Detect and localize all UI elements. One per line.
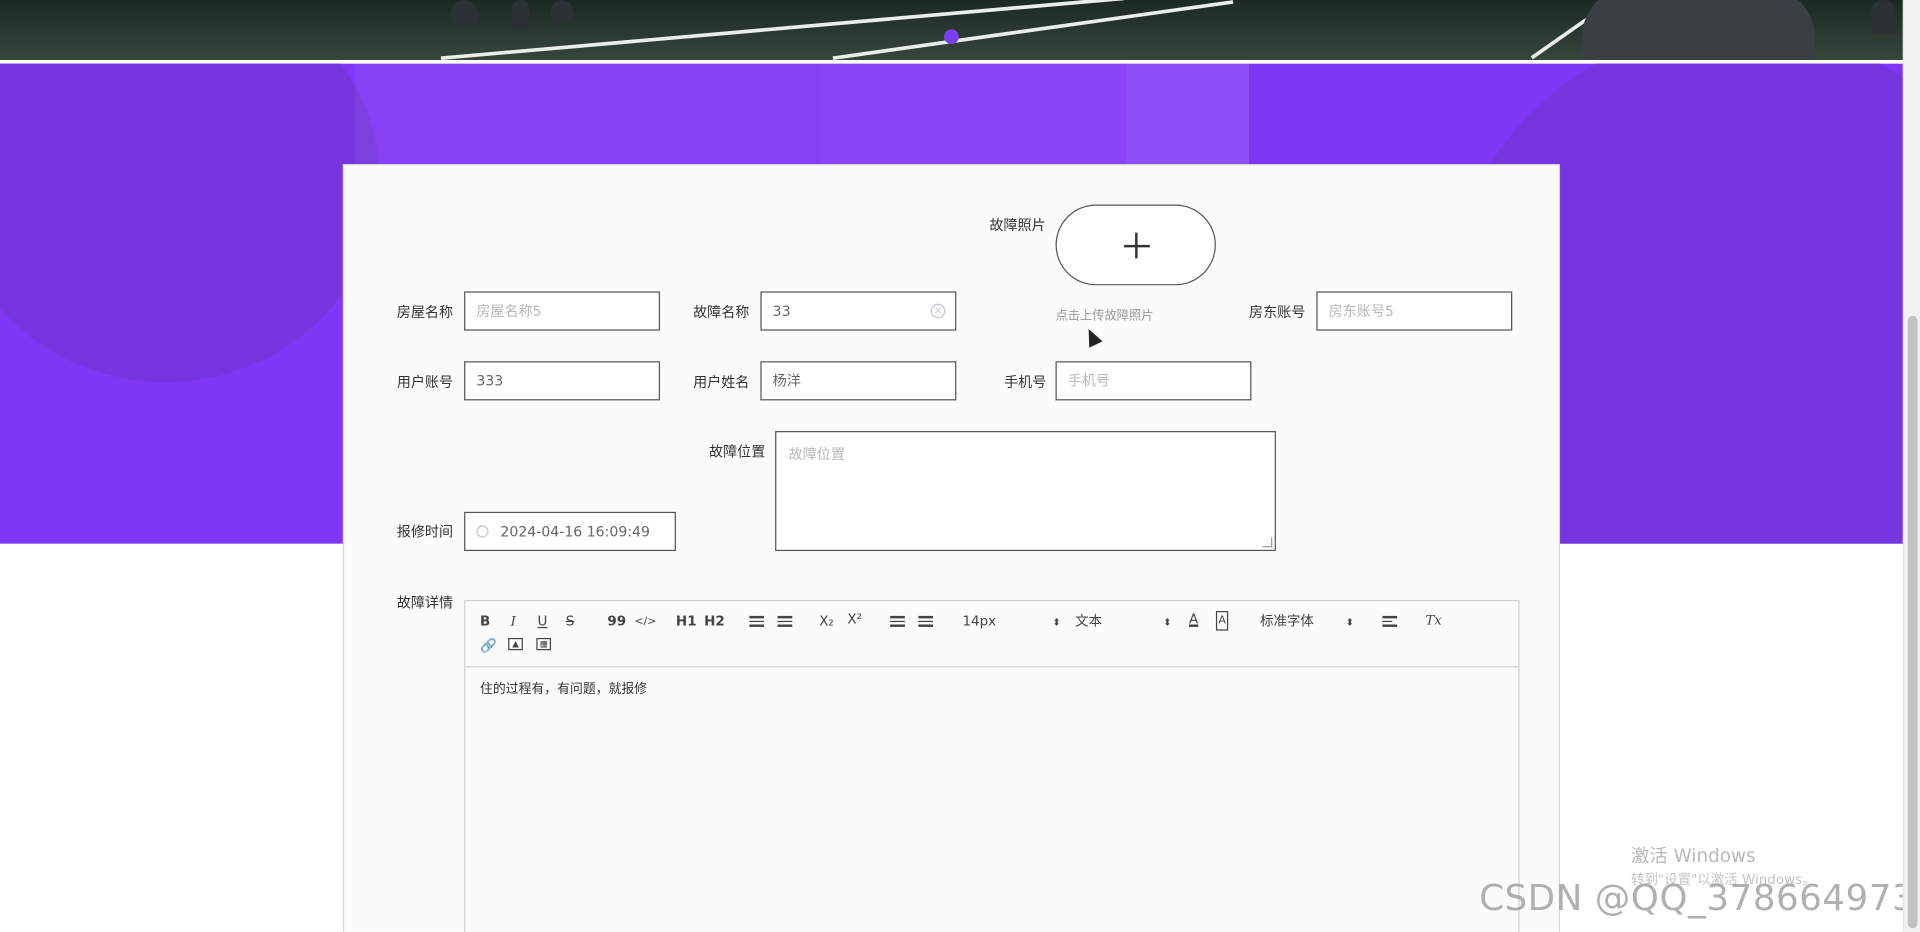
link-icon[interactable]: 🔗 [480,638,497,655]
subscript-icon[interactable]: X₂ [819,613,834,630]
user-account-input[interactable]: 333 [464,361,661,401]
landlord-account-label: 房东账号 [1248,303,1306,321]
report-time-picker[interactable]: 2024-04-16 16:09:49 [464,511,676,552]
editor-content[interactable]: 住的过程有，有问题，就报修 [465,667,1518,710]
clock-icon [476,525,489,538]
font-family-select[interactable]: 标准字体 ⬍ [1260,613,1354,631]
fault-detail-label: 故障详情 [396,593,454,612]
report-time-label: 报修时间 [396,522,454,541]
italic-icon[interactable]: I [511,613,516,630]
page: 故障照片 点击上传故障照片 房屋名称 房屋名称5 故障名称 33 × 房东账号 … [0,0,1920,932]
phone-input[interactable]: 手机号 [1055,361,1252,401]
user-account-label: 用户账号 [396,373,454,391]
image-icon[interactable]: ▲ [508,637,523,651]
activate-windows-title: 激活 Windows [1631,844,1756,867]
quote-icon[interactable]: 99 [607,613,626,630]
phone-label: 手机号 [1004,373,1047,391]
resize-handle[interactable] [1262,537,1273,548]
csdn-watermark: CSDN @QQ_3786649731 [1479,876,1920,919]
indent-icon[interactable] [918,613,934,628]
font-size-select[interactable]: 14px ⬍ [962,613,1060,631]
fault-name-input[interactable]: 33 × [760,291,957,331]
editor-toolbar: B I U S 99 </> H1 H2 X₂ X² 14px ⬍ 文本 ⬍ A A… [465,601,1519,668]
user-name-label: 用户姓名 [693,373,750,391]
carousel-indicator-dot[interactable] [944,29,959,45]
header1-icon[interactable]: H1 [676,613,697,630]
outdent-icon[interactable] [890,613,905,628]
clear-icon[interactable]: × [930,303,946,319]
photo-upload-button[interactable] [1055,204,1216,286]
video-icon[interactable]: ▦ [536,637,552,651]
text-format-select[interactable]: 文本 ⬍ [1075,613,1171,631]
fault-photo-label: 故障照片 [989,216,1046,234]
house-name-label: 房屋名称 [396,303,454,321]
bullet-list-icon[interactable] [777,613,793,628]
strike-icon[interactable]: S [566,613,575,630]
superscript-icon[interactable]: X² [847,611,862,628]
code-block-icon[interactable]: </> [634,613,656,630]
report-time-value: 2024-04-16 16:09:49 [500,522,650,541]
hero-banner-image [0,0,1903,61]
background-color-icon[interactable]: A [1215,611,1229,631]
underline-icon[interactable]: U [538,613,548,630]
landlord-account-input[interactable]: 房东账号5 [1316,291,1513,331]
house-name-input[interactable]: 房屋名称5 [464,291,661,331]
photo-upload-hint: 点击上传故障照片 [1055,309,1154,324]
header2-icon[interactable]: H2 [704,613,725,630]
font-color-icon[interactable]: A [1189,611,1198,628]
bold-icon[interactable]: B [480,613,490,630]
fault-location-textarea[interactable]: 故障位置 [775,431,1276,552]
fault-location-label: 故障位置 [708,443,766,461]
clean-format-icon[interactable]: Tx [1425,612,1442,629]
page-scrollbar[interactable] [1902,0,1920,932]
fault-location-placeholder: 故障位置 [788,445,845,463]
rich-text-editor: B I U S 99 </> H1 H2 X₂ X² 14px ⬍ 文本 ⬍ A A… [464,600,1520,932]
user-name-input[interactable]: 杨洋 [760,361,957,401]
scrollbar-thumb[interactable] [1907,315,1918,929]
fault-name-label: 故障名称 [693,303,750,321]
align-icon[interactable] [1382,613,1398,628]
fault-name-value: 33 [772,302,791,320]
ordered-list-icon[interactable] [749,613,765,628]
